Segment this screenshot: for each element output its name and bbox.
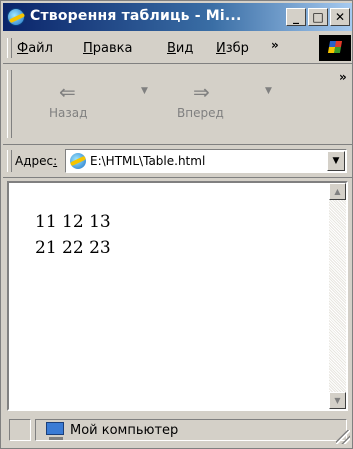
minimize-button[interactable]: _ bbox=[286, 8, 306, 26]
table-row-2: 21 22 23 bbox=[35, 238, 111, 258]
table-row-1: 11 12 13 bbox=[35, 212, 111, 232]
windows-logo-icon bbox=[319, 35, 351, 61]
forward-label: Вперед bbox=[177, 106, 224, 120]
back-label: Назад bbox=[49, 106, 88, 120]
menubar-grip[interactable] bbox=[7, 38, 12, 58]
vertical-scrollbar[interactable]: ▲ ▼ bbox=[329, 183, 346, 409]
scroll-down-button[interactable]: ▼ bbox=[329, 392, 346, 409]
menu-view-label: ид bbox=[175, 41, 194, 56]
back-dropdown-icon[interactable]: ▼ bbox=[141, 86, 148, 96]
navigation-toolbar: ⇐ Назад ▼ ⇒ Вперед ▼ » bbox=[3, 64, 352, 145]
forward-arrow-icon: ⇒ bbox=[193, 80, 210, 104]
toolbar-grip[interactable] bbox=[7, 70, 12, 138]
ie-page-icon bbox=[70, 153, 86, 169]
forward-dropdown-icon[interactable]: ▼ bbox=[265, 86, 272, 96]
title-bar[interactable]: Створення таблиць - Mi... _ □ ✕ bbox=[3, 3, 352, 31]
addressbar-grip[interactable] bbox=[7, 150, 12, 172]
address-dropdown-button[interactable]: ▼ bbox=[327, 151, 345, 171]
menu-favorites-label: збр bbox=[225, 41, 249, 56]
address-value[interactable]: E:\HTML\Table.html bbox=[90, 154, 205, 168]
menu-edit-label: равка bbox=[92, 41, 133, 56]
address-input[interactable]: E:\HTML\Table.html ▼ bbox=[65, 149, 347, 173]
menu-edit-accel: П bbox=[83, 41, 93, 56]
back-arrow-icon: ⇐ bbox=[59, 80, 76, 104]
address-label: Адрес: bbox=[15, 154, 57, 168]
menu-favorites-accel: И bbox=[216, 41, 226, 56]
menu-file-label: айл bbox=[28, 41, 53, 56]
address-label-text: Адрес bbox=[15, 154, 54, 168]
close-button[interactable]: ✕ bbox=[330, 8, 350, 26]
status-zone-text: Мой компьютер bbox=[70, 423, 179, 438]
menu-view-accel: В bbox=[167, 41, 176, 56]
status-zone-pane: Мой компьютер bbox=[35, 419, 347, 441]
toolbar-overflow-chevron[interactable]: » bbox=[339, 70, 347, 84]
window-title: Створення таблиць - Mi... bbox=[30, 8, 242, 24]
menu-view[interactable]: Вид bbox=[167, 41, 193, 56]
menu-edit[interactable]: Правка bbox=[83, 41, 132, 56]
forward-button[interactable]: ⇒ Вперед bbox=[163, 78, 253, 128]
status-pane-empty bbox=[9, 419, 31, 441]
address-bar: Адрес: E:\HTML\Table.html ▼ bbox=[3, 145, 352, 178]
back-button[interactable]: ⇐ Назад bbox=[41, 78, 131, 128]
table-document: 11 12 13 21 22 23 bbox=[35, 209, 111, 261]
maximize-button[interactable]: □ bbox=[308, 8, 328, 26]
my-computer-icon bbox=[46, 422, 64, 440]
menu-bar: Файл Правка Вид Избр » bbox=[3, 33, 352, 64]
menu-favorites[interactable]: Избр bbox=[216, 41, 264, 56]
scroll-up-button[interactable]: ▲ bbox=[329, 183, 346, 200]
ie-icon[interactable] bbox=[7, 8, 25, 26]
menu-overflow-chevron[interactable]: » bbox=[271, 38, 279, 52]
page-content: 11 12 13 21 22 23 ▲ ▼ bbox=[7, 181, 348, 411]
resize-grip[interactable] bbox=[336, 430, 350, 444]
address-label-accel: : bbox=[53, 154, 58, 168]
status-bar: Мой компьютер bbox=[3, 415, 352, 448]
menu-file[interactable]: Файл bbox=[17, 41, 53, 56]
menu-file-accel: Ф bbox=[17, 41, 29, 56]
browser-window: Створення таблиць - Mi... _ □ ✕ Файл Пра… bbox=[0, 0, 353, 449]
